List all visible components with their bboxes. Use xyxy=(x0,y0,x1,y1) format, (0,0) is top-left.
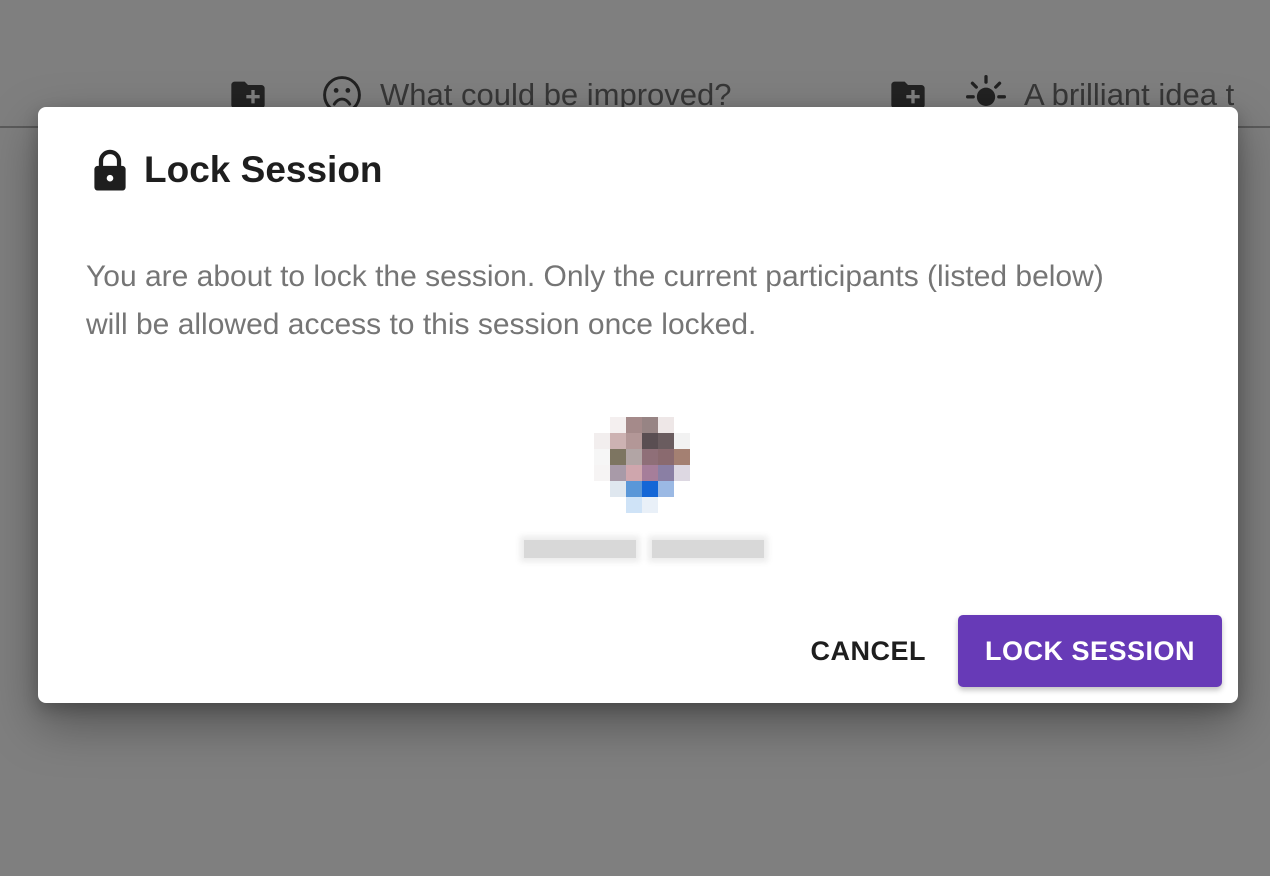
avatar xyxy=(594,417,690,529)
dialog-actions: CANCEL LOCK SESSION xyxy=(795,615,1222,687)
participant-item xyxy=(514,417,774,577)
participant-last-name-blurred xyxy=(652,540,764,558)
dialog-title: Lock Session xyxy=(90,147,383,193)
participant-first-name-blurred xyxy=(524,540,636,558)
cancel-button[interactable]: CANCEL xyxy=(795,615,943,687)
lock-session-dialog: Lock Session You are about to lock the s… xyxy=(38,107,1238,703)
lock-icon xyxy=(94,149,126,191)
participant-name-blurred xyxy=(514,529,774,569)
lock-session-button[interactable]: LOCK SESSION xyxy=(958,615,1222,687)
dialog-message: You are about to lock the session. Only … xyxy=(86,260,1104,341)
dialog-title-text: Lock Session xyxy=(144,149,383,190)
app-page: What could be improved? A brilliant idea… xyxy=(0,0,1270,876)
